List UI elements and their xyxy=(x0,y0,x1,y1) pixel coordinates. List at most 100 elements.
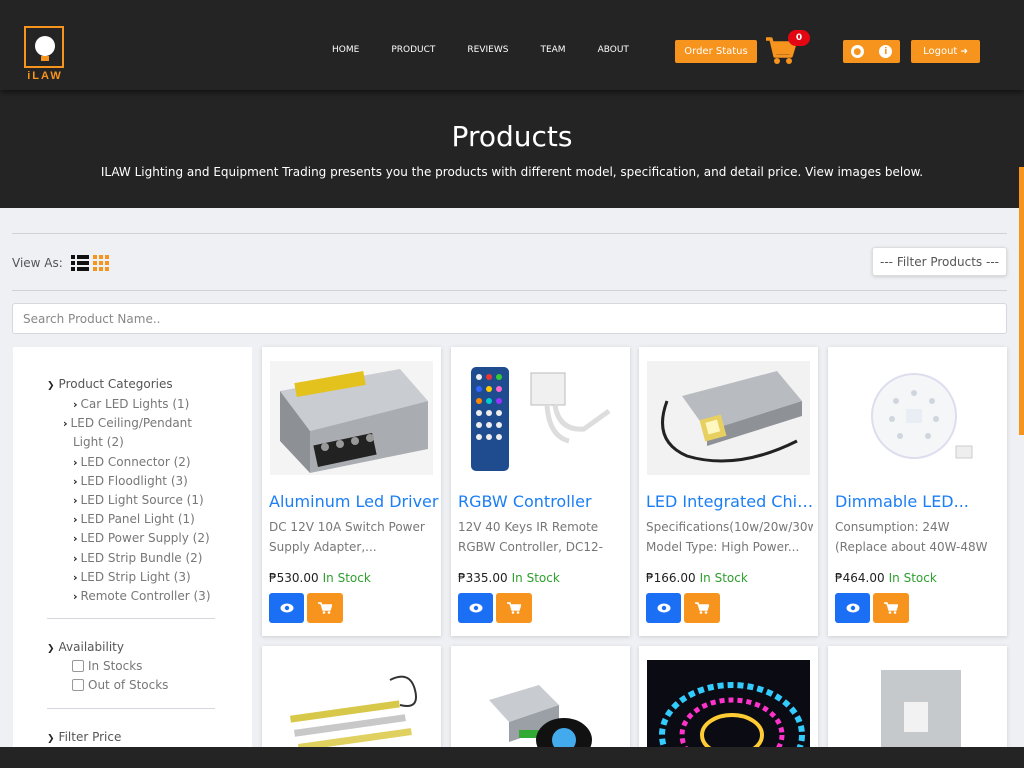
checkbox[interactable] xyxy=(72,660,84,672)
cart-count-badge: 0 xyxy=(788,30,810,46)
divider xyxy=(12,233,1007,234)
view-product-button[interactable] xyxy=(269,593,304,623)
product-card: LED Integrated Chip... Specifications(10… xyxy=(639,347,818,636)
price-filter-toggle[interactable]: ❯ Filter Price xyxy=(47,730,121,744)
chevron-right-icon: › xyxy=(73,398,78,411)
categories-toggle[interactable]: ❯ Product Categories xyxy=(47,377,173,391)
price-value: ₱530.00 xyxy=(269,571,319,585)
price-value: ₱166.00 xyxy=(646,571,696,585)
product-description: DC 12V 10A Switch Power Supply Adapter,.… xyxy=(269,520,425,554)
product-image[interactable] xyxy=(459,361,622,475)
nav-home[interactable]: HOME xyxy=(332,45,359,55)
logout-button[interactable]: Logout ➜ xyxy=(911,40,980,63)
list-view-icon[interactable] xyxy=(70,255,89,271)
nav-team[interactable]: TEAM xyxy=(540,45,565,55)
product-card: Aluminum Led Driver DC 12V 10A Switch Po… xyxy=(262,347,441,636)
logo-frame xyxy=(24,26,64,68)
logo-text: iLAW xyxy=(27,70,63,82)
brand-logo[interactable]: iLAW xyxy=(24,26,66,84)
availability-toggle[interactable]: ❯ Availability xyxy=(47,640,124,654)
category-item[interactable]: › LED Power Supply (2) xyxy=(73,529,223,548)
scrollbar-thumb[interactable] xyxy=(1019,167,1024,435)
stock-status: In Stock xyxy=(322,571,371,585)
filter-products-button[interactable]: --- Filter Products --- xyxy=(872,247,1007,276)
product-image[interactable] xyxy=(836,361,999,475)
category-item[interactable]: › LED Ceiling/Pendant Light (2) xyxy=(63,414,223,452)
cart-icon xyxy=(884,602,898,614)
cart-icon xyxy=(695,602,709,614)
view-product-button[interactable] xyxy=(835,593,870,623)
info-icon[interactable]: i xyxy=(879,45,893,58)
chevron-right-icon: › xyxy=(73,590,78,604)
product-card xyxy=(451,646,630,747)
nav-reviews[interactable]: REVIEWS xyxy=(467,45,508,55)
chevron-down-icon: ❯ xyxy=(47,644,55,654)
add-to-cart-button[interactable] xyxy=(307,593,343,623)
add-to-cart-button[interactable] xyxy=(873,593,909,623)
search-input[interactable] xyxy=(12,303,1007,334)
cart-icon xyxy=(318,602,332,614)
product-image[interactable] xyxy=(647,361,810,475)
cart-icon xyxy=(507,602,521,614)
product-card xyxy=(262,646,441,747)
divider xyxy=(47,618,215,619)
category-item[interactable]: › LED Panel Light (1) xyxy=(73,510,223,529)
product-title[interactable]: Aluminum Led Driver xyxy=(269,492,439,511)
order-status-button[interactable]: Order Status xyxy=(675,40,757,63)
category-label: LED Ceiling/Pendant Light (2) xyxy=(70,416,192,450)
chevron-right-icon: › xyxy=(73,513,78,527)
category-item[interactable]: › Remote Controller (3) xyxy=(73,587,223,606)
chevron-right-icon: › xyxy=(73,474,78,488)
product-description: Consumption: 24W (Replace about 40W-48W … xyxy=(835,520,988,554)
grid-view-icon[interactable] xyxy=(92,255,109,271)
add-to-cart-button[interactable] xyxy=(684,593,720,623)
product-image[interactable] xyxy=(270,361,433,475)
checkbox-label: In Stocks xyxy=(88,659,143,673)
product-title[interactable]: RGBW Controller xyxy=(458,492,628,511)
price-value: ₱335.00 xyxy=(458,571,508,585)
view-product-button[interactable] xyxy=(458,593,493,623)
category-label: LED Panel Light (1) xyxy=(80,512,195,527)
product-image[interactable] xyxy=(836,660,999,747)
add-to-cart-button[interactable] xyxy=(496,593,532,623)
out-of-stock-checkbox[interactable]: Out of Stocks xyxy=(72,678,168,692)
product-image[interactable] xyxy=(647,660,810,747)
product-title[interactable]: Dimmable LED... xyxy=(835,492,1005,511)
product-image[interactable] xyxy=(459,660,622,747)
category-item[interactable]: › LED Floodlight (3) xyxy=(73,472,223,491)
view-product-button[interactable] xyxy=(646,593,681,623)
product-card: RGBW Controller 12V 40 Keys IR Remote RG… xyxy=(451,347,630,636)
product-card: Dimmable LED... Consumption: 24W (Replac… xyxy=(828,347,1007,636)
nav-product[interactable]: PRODUCT xyxy=(391,45,435,55)
bulb-icon xyxy=(35,36,55,61)
category-item[interactable]: › LED Strip Bundle (2) xyxy=(73,549,223,568)
stock-status: In Stock xyxy=(888,571,937,585)
in-stock-checkbox[interactable]: In Stocks xyxy=(72,659,142,673)
checkbox[interactable] xyxy=(72,679,84,691)
page-subtitle: ILAW Lighting and Equipment Trading pres… xyxy=(100,165,924,179)
nav-about[interactable]: ABOUT xyxy=(598,45,629,55)
eye-icon xyxy=(846,603,859,613)
bottom-bar xyxy=(0,747,1024,768)
filter-sidebar: ❯ Product Categories › Car LED Lights (1) … xyxy=(13,347,252,768)
product-image[interactable] xyxy=(270,660,433,747)
product-title[interactable]: LED Integrated Chip... xyxy=(646,492,816,511)
category-list: › Car LED Lights (1) › LED Ceiling/Pendant… xyxy=(63,395,223,606)
account-buttons[interactable]: ● i xyxy=(843,40,900,63)
category-label: LED Strip Bundle (2) xyxy=(80,550,203,565)
price-filter-title: Filter Price xyxy=(58,730,122,744)
page-title: Products xyxy=(451,120,573,153)
categories-title: Product Categories xyxy=(58,377,173,391)
category-item[interactable]: › LED Strip Light (3) xyxy=(73,568,223,587)
category-label: LED Floodlight (3) xyxy=(80,473,188,488)
category-item[interactable]: › LED Connector (2) xyxy=(73,453,223,472)
product-card xyxy=(828,646,1007,747)
category-label: Remote Controller (3) xyxy=(80,589,211,604)
category-label: LED Connector (2) xyxy=(80,454,191,469)
user-icon[interactable]: ● xyxy=(850,45,864,58)
category-label: LED Strip Light (3) xyxy=(80,569,191,584)
category-label: LED Light Source (1) xyxy=(80,493,204,508)
category-item[interactable]: › Car LED Lights (1) xyxy=(73,395,223,414)
chevron-right-icon: › xyxy=(73,551,78,565)
category-item[interactable]: › LED Light Source (1) xyxy=(73,491,223,510)
